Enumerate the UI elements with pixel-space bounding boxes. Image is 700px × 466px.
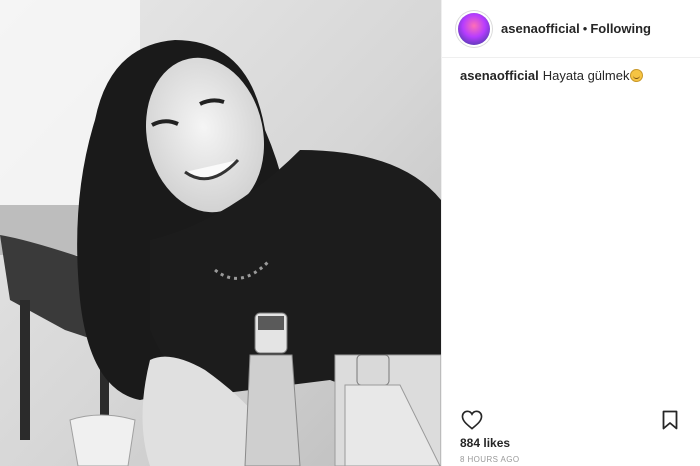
bookmark-icon (662, 410, 678, 430)
instagram-post: asenaofficial • Following asenaofficial H… (0, 0, 700, 466)
likes-count[interactable]: 884 likes (460, 436, 510, 450)
caption-username[interactable]: asenaofficial (460, 68, 539, 83)
separator-dot: • (582, 21, 588, 36)
header-username[interactable]: asenaofficial (501, 21, 580, 36)
action-bar (460, 406, 682, 434)
post-sidebar: asenaofficial • Following asenaofficial H… (441, 0, 700, 466)
post-caption: asenaofficial Hayata gülmek (460, 68, 688, 84)
avatar[interactable] (458, 12, 490, 45)
post-image (0, 0, 441, 466)
post-header: asenaofficial • Following (442, 0, 700, 58)
caption-text: Hayata gülmek (542, 68, 630, 83)
post-timestamp[interactable]: 8 HOURS AGO (460, 455, 520, 464)
smiling-face-emoji-icon (630, 69, 644, 82)
like-button[interactable] (460, 408, 484, 432)
post-photo[interactable] (0, 0, 441, 466)
heart-icon (461, 410, 483, 430)
following-button[interactable]: Following (590, 21, 651, 36)
save-button[interactable] (658, 408, 682, 432)
